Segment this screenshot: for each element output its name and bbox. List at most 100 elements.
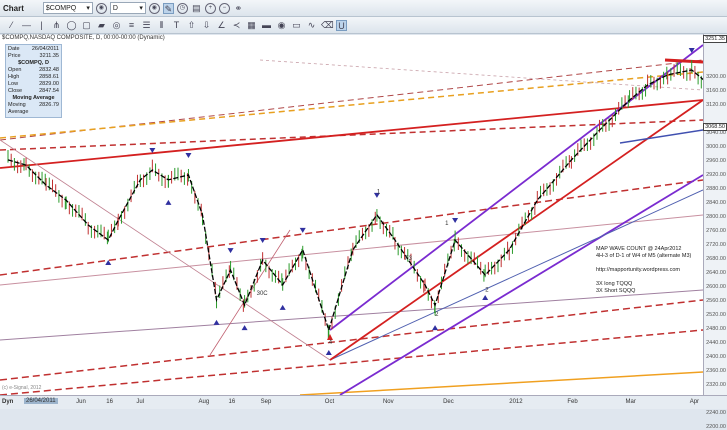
open-label: Open [8, 67, 22, 73]
chevron-down-icon: ▾ [139, 5, 143, 12]
interval-select[interactable]: D ▾ [109, 2, 146, 14]
y-tick-label: 2480.00 [706, 326, 726, 332]
swing-low-marker [213, 319, 220, 325]
swing-high-marker [299, 227, 306, 233]
chart-header: $COMPQ,NASDAQ COMPOSITE, D, 00:00-00:00 … [0, 35, 727, 44]
eye-icon[interactable]: ◉ [276, 20, 287, 31]
y-tick-label: 2960.00 [706, 158, 726, 164]
y-tick-label: 2360.00 [706, 368, 726, 374]
high-value: 2858.61 [39, 74, 59, 80]
annotation-line: 3X Short SQQQ [596, 288, 636, 294]
gann-fan-icon[interactable]: ∠ [216, 20, 227, 31]
zoom-out-icon[interactable]: − [218, 2, 230, 14]
top-price-label: 3251.35 [703, 35, 727, 43]
pitchfork-icon[interactable]: ⋔ [51, 20, 62, 31]
date-value: 26/04/2011 [31, 46, 59, 52]
dynamic-label: Dyn [2, 399, 14, 405]
y-tick-label: 2440.00 [706, 340, 726, 346]
drawing-toolbar: ⁄ — | ⋔ ◯ ▢ ▰ ◎ ≡ ☰ ⦀ T ⇧ ⇩ ∠ ≺ ▦ ▬ ◉ ▭ … [0, 17, 727, 34]
ma-value: 2826.79 [39, 102, 59, 108]
mauve-line [0, 289, 703, 341]
horizontal-line-icon[interactable]: — [21, 20, 32, 31]
x-tick-label: Dec [443, 399, 454, 405]
ellipse-icon[interactable]: ◯ [66, 20, 77, 31]
arrow-down-icon[interactable]: ⇩ [201, 20, 212, 31]
fib-extension-icon[interactable]: ☰ [141, 20, 152, 31]
last-price-label: 3068.50 [703, 123, 727, 131]
wave-label: 1 [377, 190, 381, 196]
wave-label: 4 [329, 340, 333, 346]
vertical-line-icon[interactable]: | [36, 20, 47, 31]
zoom-in-icon[interactable]: + [204, 2, 216, 14]
window-icon[interactable]: ▤ [191, 3, 202, 14]
red-top-line [664, 58, 703, 64]
bar-icon[interactable]: ▬ [261, 20, 272, 31]
annotation-line: 3X long TQQQ [596, 281, 633, 287]
interval-lookup-icon[interactable]: ◉ [148, 2, 160, 14]
open-value: 2832.48 [39, 67, 59, 73]
swing-low-marker [165, 199, 172, 205]
y-tick-label: 2800.00 [706, 214, 726, 220]
y-tick-label: 2560.00 [706, 298, 726, 304]
grid-icon[interactable]: ▦ [246, 20, 257, 31]
wave-icon[interactable]: ∿ [306, 20, 317, 31]
rectangle-icon[interactable]: ▢ [81, 20, 92, 31]
eraser-icon[interactable]: ⌫ [321, 20, 334, 31]
fib-retracement-icon[interactable]: ≡ [126, 20, 137, 31]
link-icon[interactable]: ⚭ [233, 3, 244, 14]
swing-low-marker [325, 350, 332, 355]
swing-high-marker [227, 248, 234, 254]
close-value: 2847.54 [39, 88, 59, 94]
draw-pencil-icon[interactable]: ✎ [162, 2, 174, 14]
y-tick-label: 3160.00 [706, 88, 726, 94]
x-axis[interactable]: Dyn 26/04/2011 Jun 16 Jul Aug 16 Sep Oct Nov Dec… [0, 395, 727, 409]
text-icon[interactable]: T [171, 20, 182, 31]
y-tick-label: 2640.00 [706, 270, 726, 276]
ma-label: Moving Average [8, 102, 29, 115]
wave-count-annotation: MAP WAVE COUNT @ 24Apr2012 4H-3 of D-1 o… [596, 246, 691, 295]
symbol-lookup-icon[interactable]: ◉ [95, 2, 107, 14]
swing-low-marker [241, 325, 248, 331]
wave-label: 2 [435, 312, 439, 318]
date-label: Date [8, 46, 20, 52]
clock-icon[interactable]: ◷ [176, 2, 188, 14]
wave-label: 30C [257, 291, 269, 297]
magnet-icon[interactable]: U [336, 19, 347, 31]
orange-dashed-line [0, 71, 703, 139]
series-title: $COMPQ, D [18, 60, 49, 66]
price-chart[interactable]: 30C F3 4 2 2 1 1 [0, 44, 703, 395]
y-axis[interactable]: 3200.00 3160.00 3120.00 3040.00 3000.00 2960.… [703, 34, 727, 430]
comment-icon[interactable]: ▭ [291, 20, 302, 31]
y-tick-label: 2680.00 [706, 256, 726, 262]
arrow-up-icon[interactable]: ⇧ [186, 20, 197, 31]
high-label: High [8, 74, 20, 80]
annotation-line: 4H-3 of D-1 of W4 of M5 (alternate M3) [596, 253, 692, 259]
y-tick-label: 2760.00 [706, 228, 726, 234]
cursor-date-box: 26/04/2011 [24, 398, 58, 404]
trendline-icon[interactable]: ⁄ [6, 20, 17, 31]
speed-lines-icon[interactable]: ≺ [231, 20, 242, 31]
x-tick-label: Aug [198, 399, 210, 405]
x-tick-label: 16 [228, 399, 236, 405]
x-tick-label: 2012 [509, 399, 523, 405]
symbol-select[interactable]: $COMPQ ▾ [42, 2, 93, 14]
close-label: Close [8, 88, 23, 94]
swing-high-marker [185, 152, 192, 158]
swing-low-marker [279, 304, 286, 310]
x-tick-label: Apr [689, 399, 700, 405]
x-tick-label: Jun [76, 399, 86, 405]
channel-icon[interactable]: ▰ [96, 20, 107, 31]
fibonacci-icon[interactable]: ◎ [111, 20, 122, 31]
x-tick-label: Feb [567, 399, 578, 405]
time-zones-icon[interactable]: ⦀ [156, 20, 167, 31]
swing-low-marker [432, 325, 439, 331]
price-value: 3211.35 [39, 53, 59, 59]
annotation-link: http://mapportunity.wordpress.com [596, 267, 680, 273]
y-tick-label: 2880.00 [706, 186, 726, 192]
fan-line [0, 139, 331, 361]
blue-short-line [619, 129, 703, 144]
y-tick-label: 2600.00 [706, 284, 726, 290]
swing-high-marker [259, 238, 266, 243]
swing-low-marker [482, 295, 489, 301]
chevron-down-icon: ▾ [86, 5, 90, 12]
